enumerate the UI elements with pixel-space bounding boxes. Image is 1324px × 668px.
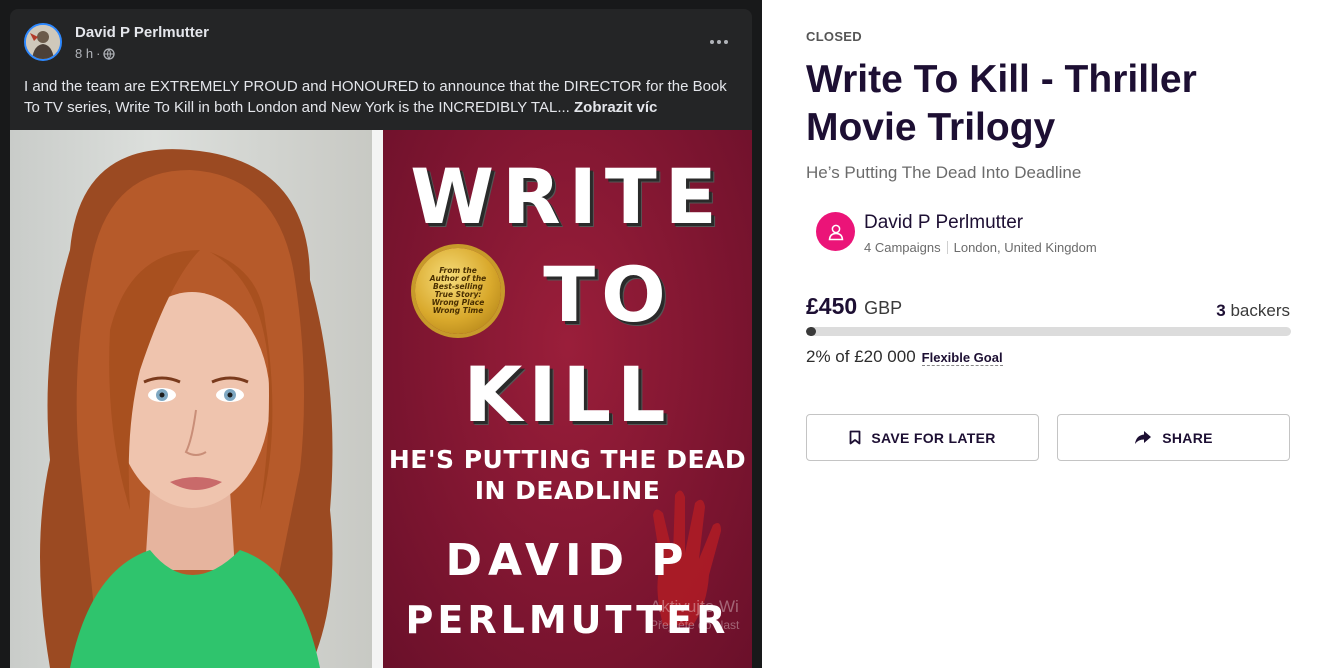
campaign-status: CLOSED <box>806 29 862 44</box>
owner-meta: 4 Campaigns London, United Kingdom <box>864 240 1097 255</box>
user-icon <box>828 224 843 240</box>
owner-avatar[interactable] <box>816 212 855 251</box>
post-time[interactable]: 8 h <box>75 46 93 61</box>
backers-label: backers <box>1230 301 1290 320</box>
more-dots-icon <box>710 40 728 44</box>
raised-currency: GBP <box>864 298 903 318</box>
author-avatar[interactable] <box>24 23 62 61</box>
post-text: I and the team are EXTREMELY PROUD and H… <box>24 76 740 118</box>
meta-dot: · <box>96 46 101 61</box>
author-avatar-image <box>26 25 60 59</box>
portrait-photo <box>10 130 372 668</box>
share-arrow-icon <box>1135 431 1152 444</box>
post-author-name[interactable]: David P Perlmutter <box>75 24 209 41</box>
gold-seal: From the Author of the Best-selling True… <box>415 248 501 334</box>
globe-icon <box>103 47 116 60</box>
funding-progress-fill <box>806 327 816 336</box>
seal-text: From the Author of the Best-selling True… <box>429 266 487 315</box>
owner-campaigns[interactable]: 4 Campaigns <box>864 240 941 255</box>
save-for-later-button[interactable]: SAVE FOR LATER <box>806 414 1039 461</box>
image-divider <box>372 130 383 668</box>
cover-title-line3: KILL <box>463 350 672 439</box>
share-label: SHARE <box>1162 429 1213 446</box>
meta-separator <box>946 241 948 254</box>
watermark-line2: Přejděte do Nast <box>650 618 740 632</box>
owner-name[interactable]: David P Perlmutter <box>864 212 1023 234</box>
backers-number: 3 <box>1216 301 1226 320</box>
activation-watermark: Aktivujte Wi Přejděte do Nast <box>650 598 739 634</box>
owner-location: London, United Kingdom <box>953 240 1097 255</box>
save-for-later-label: SAVE FOR LATER <box>871 429 996 446</box>
goal-line: 2% of £20 000 Flexible Goal <box>806 347 1003 367</box>
campaign-tagline: He’s Putting The Dead Into Deadline <box>806 163 1082 182</box>
post-meta: 8 h · <box>75 46 116 61</box>
social-post: David P Perlmutter 8 h · I and the team … <box>10 9 752 668</box>
funds-raised: £450 GBP <box>806 293 902 320</box>
post-image[interactable]: WRITE TO KILL From the Author of the Bes… <box>10 130 752 668</box>
share-button[interactable]: SHARE <box>1057 414 1290 461</box>
campaign-title: Write To Kill - Thriller Movie Trilogy <box>806 58 1197 149</box>
book-cover: WRITE TO KILL From the Author of the Bes… <box>383 130 752 668</box>
watermark-line1: Aktivujte Wi <box>650 597 739 616</box>
funding-progress-bar <box>806 327 1291 336</box>
cover-title-line1: WRITE <box>410 152 725 241</box>
bookmark-icon <box>849 430 861 445</box>
cover-subtitle-line1: HE'S PUTTING THE DEAD <box>388 445 747 474</box>
flexible-goal-link[interactable]: Flexible Goal <box>921 350 1003 366</box>
backers-count: 3 backers <box>1216 301 1290 321</box>
portrait-illustration <box>40 149 333 668</box>
raised-amount: £450 <box>806 293 858 319</box>
goal-text: 2% of £20 000 <box>806 347 916 366</box>
more-options-button[interactable] <box>704 27 734 57</box>
see-more-link[interactable]: Zobrazit víc <box>574 99 657 116</box>
cover-author-line1: DAVID P <box>445 535 690 586</box>
